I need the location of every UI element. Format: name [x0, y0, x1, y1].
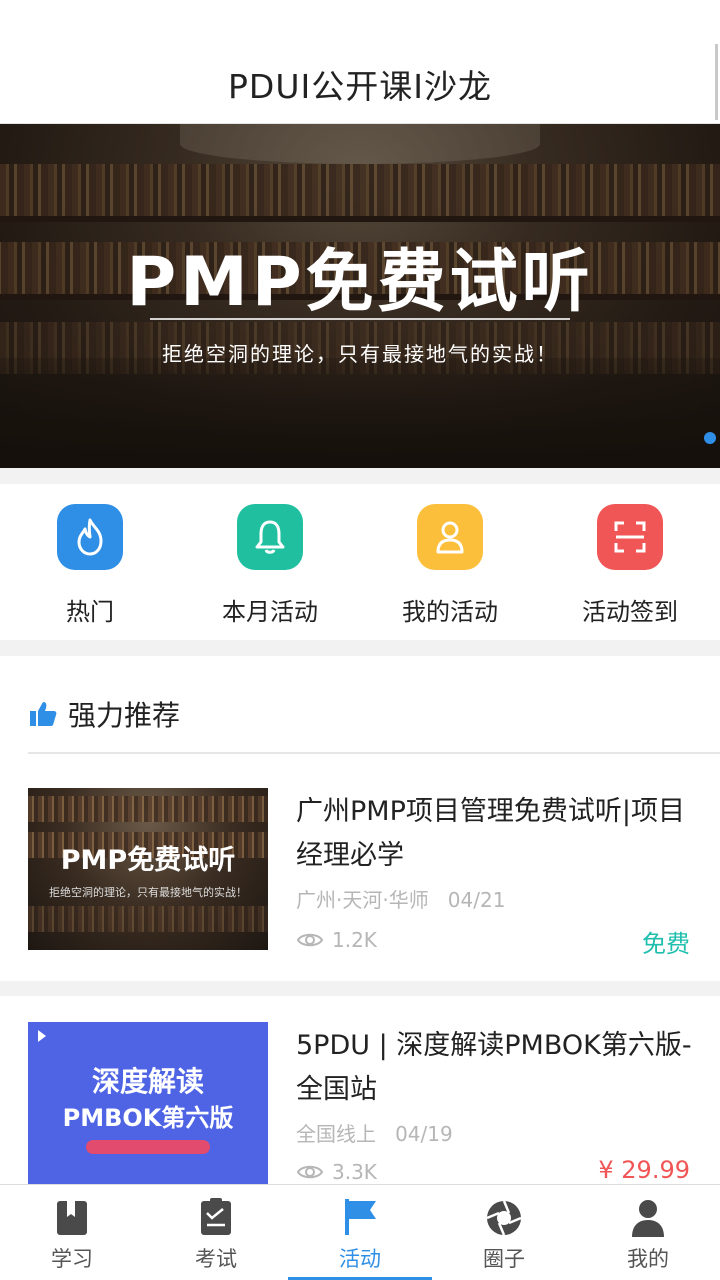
tab-circle[interactable]: 圈子	[432, 1185, 576, 1280]
book-icon	[57, 1201, 87, 1235]
quick-hot-label: 热门	[66, 598, 114, 626]
flame-icon	[57, 504, 123, 570]
recommend-header: 强力推荐	[28, 694, 180, 734]
top-bar: PDUI公开课I沙龙	[0, 0, 720, 124]
clipboard-icon	[201, 1198, 231, 1235]
banner-headline: PMP免费试听	[126, 243, 594, 322]
eye-icon	[296, 933, 324, 947]
quick-mine[interactable]: 我的活动	[360, 504, 540, 627]
tab-me[interactable]: 我的	[576, 1185, 720, 1280]
aperture-icon	[486, 1200, 522, 1236]
bottom-tab-bar: 学习 考试 活动 圈子 我的	[0, 1184, 720, 1280]
quick-checkin-label: 活动签到	[582, 598, 678, 626]
activity-price: 免费	[642, 930, 690, 958]
activity-location: 广州·天河·华师	[296, 888, 429, 912]
quick-month[interactable]: 本月活动	[180, 504, 360, 627]
flag-icon	[345, 1199, 376, 1235]
tab-me-label: 我的	[627, 1247, 669, 1271]
quick-mine-label: 我的活动	[402, 598, 498, 626]
person-icon	[632, 1200, 664, 1237]
scroll-edge	[715, 44, 718, 120]
tab-activity[interactable]: 活动	[288, 1185, 432, 1280]
tab-study-label: 学习	[51, 1247, 93, 1271]
scan-icon	[597, 504, 663, 570]
banner-carousel[interactable]: PMP免费试听 拒绝空洞的理论，只有最接地气的实战！	[0, 124, 720, 468]
views-count: 1.2K	[332, 928, 377, 952]
activity-thumbnail: PMP免费试听 拒绝空洞的理论，只有最接地气的实战！	[28, 788, 268, 950]
thumbnail-line-2: PMBOK第六版	[62, 1104, 234, 1132]
bell-icon	[237, 504, 303, 570]
banner-subtitle: 拒绝空洞的理论，只有最接地气的实战！	[162, 342, 558, 366]
user-icon	[417, 504, 483, 570]
thumbs-up-icon	[30, 702, 57, 726]
activity-views: 1.2K	[296, 928, 377, 952]
recommend-heading: 强力推荐	[68, 699, 181, 732]
carousel-indicator[interactable]	[704, 432, 716, 444]
activity-date: 04/19	[395, 1122, 453, 1146]
activity-card[interactable]: 深度解读 PMBOK第六版 5PDU | 深度解读PMBOK第六版-全国站 全国…	[0, 996, 720, 1184]
activity-date: 04/21	[447, 888, 506, 912]
thumbnail-subtitle: 拒绝空洞的理论，只有最接地气的实战！	[49, 886, 247, 899]
quick-checkin[interactable]: 活动签到	[540, 504, 720, 627]
eye-icon	[296, 1165, 324, 1179]
quick-hot[interactable]: 热门	[0, 504, 180, 627]
tab-activity-label: 活动	[339, 1247, 381, 1271]
activity-views: 3.3K	[296, 1160, 377, 1184]
activity-meta: 广州·天河·华师 04/21	[296, 884, 505, 913]
tab-circle-label: 圈子	[483, 1247, 525, 1271]
activity-price: ¥ 29.99	[598, 1156, 690, 1184]
thumbnail-title: PMP免费试听	[60, 845, 236, 876]
tab-exam[interactable]: 考试	[144, 1185, 288, 1280]
views-count: 3.3K	[332, 1160, 377, 1184]
activity-title: 广州PMP项目管理免费试听|项目经理必学	[296, 796, 685, 871]
activity-card[interactable]: PMP免费试听 拒绝空洞的理论，只有最接地气的实战！ 广州PMP项目管理免费试听…	[0, 754, 720, 981]
banner-divider	[150, 318, 570, 320]
thumbnail-line-1: 深度解读	[91, 1065, 204, 1098]
activity-thumbnail: 深度解读 PMBOK第六版	[28, 1022, 268, 1184]
page-title: PDUI公开课I沙龙	[228, 67, 492, 106]
quick-actions: 热门 本月活动 我的活动 活动签到	[0, 484, 720, 640]
quick-month-label: 本月活动	[222, 598, 318, 626]
tab-study[interactable]: 学习	[0, 1185, 144, 1280]
tab-exam-label: 考试	[195, 1247, 237, 1271]
activity-location: 全国线上	[296, 1122, 376, 1146]
activity-meta: 全国线上 04/19	[296, 1118, 453, 1147]
activity-title: 5PDU | 深度解读PMBOK第六版-全国站	[296, 1030, 692, 1105]
